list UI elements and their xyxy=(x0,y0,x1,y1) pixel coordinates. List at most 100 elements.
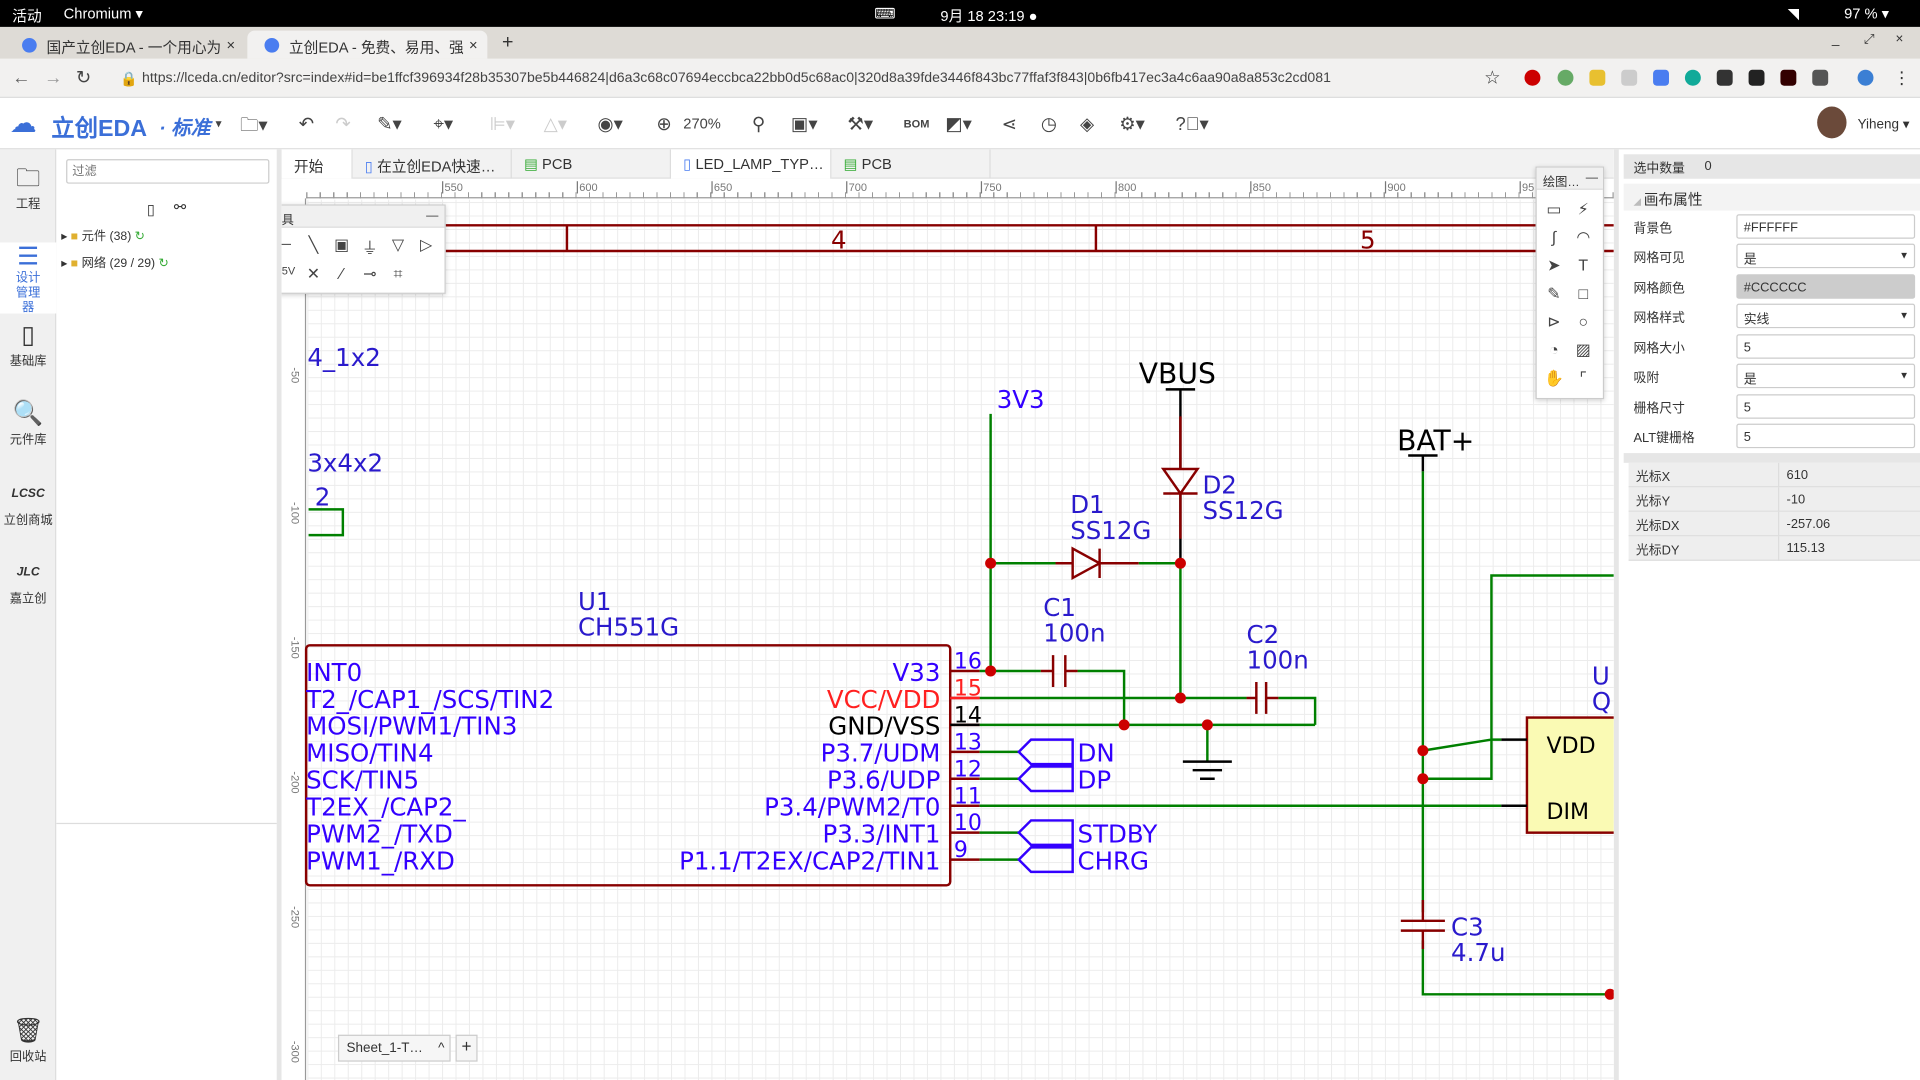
property-input[interactable]: 5 xyxy=(1736,423,1916,449)
chromium-menu[interactable]: Chromium ▾ xyxy=(64,5,143,22)
vbus-label[interactable]: VBUS xyxy=(1139,357,1216,390)
battery-status[interactable]: 97 % ▾ xyxy=(1844,5,1889,22)
property-input[interactable]: #CCCCCC xyxy=(1736,274,1916,299)
activities-button[interactable]: 活动 xyxy=(12,5,41,26)
arc-tool-icon[interactable]: ◠ xyxy=(1571,228,1595,248)
bezier-tool-icon[interactable]: ∫ xyxy=(1542,228,1566,246)
help-icon[interactable]: ?⃝▾ xyxy=(1176,113,1209,135)
label[interactable]: 3x4x2 xyxy=(307,448,383,477)
d2-value[interactable]: SS12G xyxy=(1202,496,1283,525)
edition-label[interactable]: · 标准 xyxy=(159,111,210,140)
rail-item-project[interactable]: 🗀 工程 xyxy=(0,164,56,212)
polyline-tool-icon[interactable]: ⚡ xyxy=(1571,200,1595,220)
plus5v-tool-icon[interactable]: +5V xyxy=(282,264,298,276)
net-port-tool-icon[interactable]: ▷ xyxy=(414,235,438,255)
extension-icon[interactable] xyxy=(1716,69,1733,86)
align-menu-icon[interactable]: ⊫▾ xyxy=(490,113,515,135)
no-connect-tool-icon[interactable]: ✕ xyxy=(301,264,325,284)
design-menu-icon[interactable]: ▣▾ xyxy=(791,113,818,135)
d1-designator[interactable]: D1 xyxy=(1070,490,1104,519)
grammarly-extension-icon[interactable] xyxy=(1684,69,1701,86)
refresh-icon[interactable]: ↻ xyxy=(159,257,169,270)
browser-tab-active[interactable]: 立创EDA - 免费、易用、强 × xyxy=(247,30,488,59)
fabrication-menu-icon[interactable]: ◩▾ xyxy=(945,113,972,135)
extension-icon[interactable] xyxy=(1780,69,1797,86)
3v3-label[interactable]: 3V3 xyxy=(997,385,1045,414)
frame-tool-icon[interactable]: ▭ xyxy=(1542,200,1566,220)
property-select[interactable]: 实线 xyxy=(1736,303,1916,329)
tools-menu-icon[interactable]: ⚒▾ xyxy=(847,113,873,135)
chevron-up-icon[interactable]: ^ xyxy=(438,1041,444,1056)
property-input[interactable]: 5 xyxy=(1736,334,1916,359)
rectangle-tool-icon[interactable]: □ xyxy=(1571,284,1595,302)
u1-value[interactable]: CH551G xyxy=(578,613,679,642)
extension-icon[interactable] xyxy=(1557,69,1574,86)
net-flag-label[interactable]: STDBY xyxy=(1078,819,1158,848)
extension-icon[interactable] xyxy=(1812,69,1829,86)
adblock-extension-icon[interactable] xyxy=(1524,69,1541,86)
c2-value[interactable]: 100n xyxy=(1247,646,1309,675)
bookmark-star-icon[interactable]: ☆ xyxy=(1484,66,1500,88)
d2-designator[interactable]: D2 xyxy=(1202,470,1236,499)
profile-icon[interactable] xyxy=(1857,69,1874,86)
origin-tool-icon[interactable]: ⌜ xyxy=(1571,369,1595,389)
close-tab-icon[interactable]: × xyxy=(469,37,478,54)
view-menu-icon[interactable]: ◉▾ xyxy=(598,113,623,135)
group-tool-icon[interactable]: ⌗ xyxy=(386,264,410,284)
net-view-icon[interactable]: ⚯ xyxy=(174,198,186,215)
add-sheet-button[interactable]: + xyxy=(455,1034,478,1062)
layers-icon[interactable]: ◈ xyxy=(1080,113,1094,135)
net-label-tool-icon[interactable]: ▣ xyxy=(329,235,353,255)
url-input[interactable]: 🔒 https://lceda.cn/editor?src=index#id=be… xyxy=(113,65,1521,92)
user-menu[interactable]: Yiheng ▾ xyxy=(1858,116,1910,133)
c2-designator[interactable]: C2 xyxy=(1247,620,1280,649)
component-view-icon[interactable]: ▯ xyxy=(147,201,155,218)
cross-probe-icon[interactable]: ⚲ xyxy=(752,113,765,135)
close-window-icon[interactable]: × xyxy=(1896,32,1904,47)
bat-plus-label[interactable]: BAT+ xyxy=(1397,425,1474,458)
extension-icon[interactable] xyxy=(1653,69,1669,86)
label[interactable]: 2 xyxy=(315,483,331,512)
pie-tool-icon[interactable]: ◔ xyxy=(1542,340,1566,358)
maximize-window-icon[interactable]: ⤢ xyxy=(1864,32,1875,48)
forward-icon[interactable]: → xyxy=(44,67,62,88)
rail-item-jlc[interactable]: JLC 嘉立创 xyxy=(0,558,56,606)
extension-icon[interactable] xyxy=(1748,69,1765,86)
extension-icon[interactable] xyxy=(1589,69,1606,86)
property-select[interactable]: 是 xyxy=(1736,243,1916,269)
refresh-icon[interactable]: ↻ xyxy=(135,230,145,243)
net-flag-label[interactable]: DN xyxy=(1078,739,1115,768)
settings-icon[interactable]: ⚙▾ xyxy=(1119,113,1145,135)
net-flag-gnd-icon[interactable]: ▽ xyxy=(386,235,410,255)
tree-item-components[interactable]: ▸ ■ 元件 (38) ↻ xyxy=(61,225,145,243)
minimize-icon[interactable]: — xyxy=(426,209,438,222)
ellipse-tool-icon[interactable]: ○ xyxy=(1571,312,1595,330)
bom-button[interactable]: BOM xyxy=(904,118,930,130)
property-input[interactable]: 5 xyxy=(1736,394,1916,419)
panel-header[interactable]: 绘图… — xyxy=(1536,167,1603,190)
back-icon[interactable]: ← xyxy=(12,67,30,88)
u1-designator[interactable]: U1 xyxy=(578,587,611,616)
canvas-properties-header[interactable]: ◢ 画布属性 xyxy=(1623,183,1920,211)
d1-value[interactable]: SS12G xyxy=(1070,516,1151,545)
freehand-tool-icon[interactable]: ✎ xyxy=(1542,284,1566,304)
label[interactable]: 4_1x2 xyxy=(307,343,380,372)
c3-value[interactable]: 4.7u xyxy=(1451,938,1505,967)
c1-value[interactable]: 100n xyxy=(1043,619,1105,648)
image-tool-icon[interactable]: ▨ xyxy=(1571,340,1595,360)
zoom-icon[interactable]: ⊕ xyxy=(656,113,671,135)
rail-item-component-library[interactable]: 🔍 元件库 xyxy=(0,399,56,447)
edition-dropdown-icon[interactable]: ▾ xyxy=(216,118,222,131)
close-tab-icon[interactable]: × xyxy=(227,37,236,54)
ground-tool-icon[interactable]: ⏚ xyxy=(358,235,382,258)
property-input[interactable]: #FFFFFF xyxy=(1736,214,1916,239)
reload-icon[interactable]: ↻ xyxy=(76,66,91,88)
rail-item-lcsc[interactable]: LCSC 立创商城 xyxy=(0,480,56,527)
file-menu-icon[interactable]: 🗀▾ xyxy=(240,113,268,144)
new-tab-button[interactable]: + xyxy=(502,32,513,54)
bus-entry-tool-icon[interactable]: ╲ xyxy=(301,235,325,255)
sheet-tab[interactable]: Sheet_1-T… ^ xyxy=(337,1034,451,1062)
net-flag-label[interactable]: DP xyxy=(1078,766,1112,795)
redo-icon[interactable]: ↷ xyxy=(336,113,351,135)
extension-icon[interactable] xyxy=(1621,69,1638,86)
